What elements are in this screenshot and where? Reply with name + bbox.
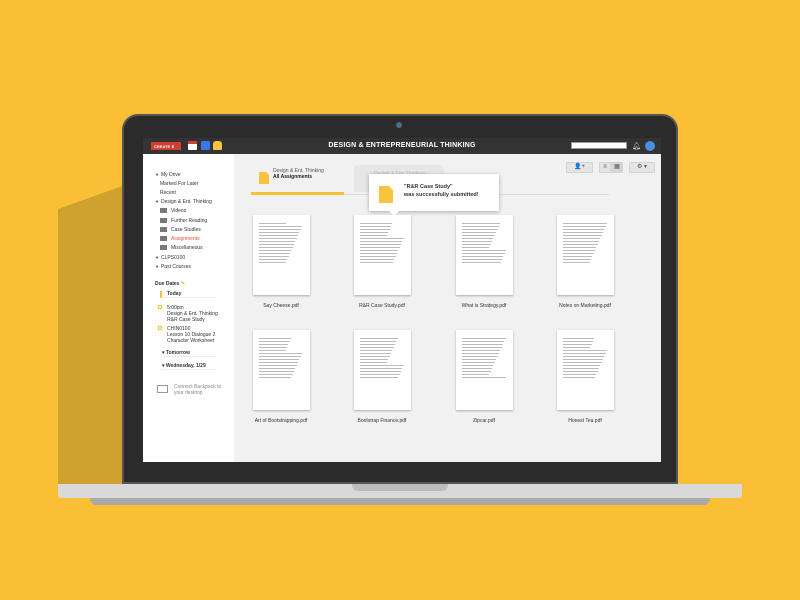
checkbox[interactable] <box>158 326 162 330</box>
document-icon <box>259 172 269 184</box>
due-dates-title: Due Dates <box>155 281 180 287</box>
file-item[interactable]: What is Strategy.pdf <box>444 215 524 309</box>
chevron-down-icon: ▼ <box>155 255 159 260</box>
chevron-down-icon: ▼ <box>155 199 159 204</box>
sidebar: ▼ My Drive Marked For Later Recent ▼ Design &… <box>143 154 234 462</box>
file-name: R&R Case Study.pdf <box>359 303 405 309</box>
file-name: Notes on Marketing.pdf <box>559 303 611 309</box>
task-name: R&R Case Study <box>167 317 205 323</box>
sidebar-item-label: Videos <box>171 208 187 214</box>
file-name: Say Cheese.pdf <box>263 303 299 309</box>
file-thumbnail[interactable] <box>556 215 614 295</box>
file-item[interactable]: Notes on Marketing.pdf <box>545 215 625 309</box>
tab-all-assignments[interactable]: Design & Ent. Thinking All Assignments <box>273 168 324 180</box>
bell-icon[interactable]: 🔔︎ <box>632 142 641 150</box>
file-thumbnail[interactable] <box>455 215 513 295</box>
sidebar-item[interactable]: ▼ My Drive <box>155 172 181 178</box>
grid-view-button[interactable]: ▦ <box>611 162 623 173</box>
laptop-notch <box>352 484 448 491</box>
submission-toast: "R&R Case Study" was successfully submit… <box>369 174 499 216</box>
sidebar-item[interactable]: Further Reading <box>160 218 207 224</box>
file-name: Art of Bootstrapping.pdf <box>254 418 308 424</box>
sidebar-item[interactable]: ▼ Design & Ent. Thinking <box>155 199 212 205</box>
folder-icon <box>160 218 167 223</box>
file-thumbnail[interactable] <box>353 215 411 295</box>
main-area: Design & Ent. Thinking Design & Ent. Thi… <box>234 154 661 462</box>
task-name: Character Worksheet <box>167 338 215 344</box>
file-name: Honest Tea.pdf <box>568 418 602 424</box>
settings-button[interactable]: ⚙ ▾ <box>629 162 655 173</box>
task-item[interactable]: CHIN0100 Lesson 10 Dialogue 2 Character Wo… <box>158 326 215 344</box>
folder-icon <box>160 227 167 232</box>
sidebar-item[interactable]: Marked For Later <box>160 181 198 187</box>
sidebar-item-label: My Drive <box>160 172 181 178</box>
wednesday-header[interactable]: ▾ Wednesday, 1/29 <box>162 363 216 370</box>
wednesday-label: Wednesday, 1/29 <box>165 363 206 369</box>
file-thumbnail[interactable] <box>556 330 614 410</box>
pencil-icon[interactable]: ✎ <box>181 281 185 287</box>
tomorrow-label: Tomorrow <box>165 350 190 356</box>
due-dates-heading: Due Dates ✎ <box>155 281 185 287</box>
sidebar-item-label: CLPS0100 <box>160 255 186 261</box>
sidebar-item-label: Recent <box>160 190 176 196</box>
checkbox[interactable] <box>158 305 162 309</box>
monitor-icon <box>157 385 168 393</box>
sidebar-item[interactable]: Videos <box>160 208 186 214</box>
today-header: Today <box>160 291 216 298</box>
sidebar-item-label: Assignments <box>171 236 200 242</box>
connect-backpack-link[interactable]: Connect Backpack to your desktop <box>157 384 227 396</box>
screen: CREATE ⬇ DESIGN & ENTREPRENEURIAL THINKI… <box>143 138 661 462</box>
file-name: Zipcar.pdf <box>473 418 495 424</box>
toast-title: "R&R Case Study" <box>404 184 453 190</box>
tab-label: All Assignments <box>273 174 312 180</box>
list-view-button[interactable]: ≡ <box>599 162 611 173</box>
sidebar-item-label: Marked For Later <box>160 181 199 187</box>
share-button[interactable]: 👤+ <box>566 162 593 173</box>
laptop-base-bottom <box>90 498 710 505</box>
file-thumbnail[interactable] <box>252 330 310 410</box>
file-item[interactable]: Art of Bootstrapping.pdf <box>241 330 321 424</box>
sidebar-item-label: Case Studies <box>171 227 201 233</box>
folder-icon <box>160 208 167 213</box>
file-item[interactable]: Bootstrap Finance.pdf <box>342 330 422 424</box>
sidebar-item[interactable]: ▼ CLPS0100 <box>155 255 185 261</box>
file-name: Bootstrap Finance.pdf <box>357 418 407 424</box>
submitted-check-icon <box>379 186 393 203</box>
chevron-down-icon: ▼ <box>155 172 159 177</box>
sidebar-item[interactable]: ▼ Past Courses <box>155 264 191 270</box>
file-item[interactable]: Zipcar.pdf <box>444 330 524 424</box>
chevron-down-icon: ▼ <box>155 264 159 269</box>
connect-label: Connect Backpack to your desktop <box>174 384 222 396</box>
sidebar-item[interactable]: Recent <box>160 190 176 196</box>
sidebar-item-label: Miscellaneous <box>171 245 203 251</box>
sidebar-item-label: Past Courses <box>160 264 191 270</box>
tomorrow-header[interactable]: ▾ Tomorrow <box>162 350 216 357</box>
avatar[interactable] <box>645 141 655 151</box>
file-thumbnail[interactable] <box>455 330 513 410</box>
top-bar: CREATE ⬇ DESIGN & ENTREPRENEURIAL THINKI… <box>143 138 661 154</box>
webcam <box>396 122 402 128</box>
active-tab-indicator <box>251 192 344 195</box>
file-item[interactable]: Honest Tea.pdf <box>545 330 625 424</box>
file-item[interactable]: R&R Case Study.pdf <box>342 215 422 309</box>
file-thumbnail[interactable] <box>353 330 411 410</box>
sidebar-item[interactable]: Case Studies <box>160 227 201 233</box>
sidebar-item-label: Further Reading <box>171 218 208 224</box>
file-name: What is Strategy.pdf <box>461 303 507 309</box>
file-thumbnail[interactable] <box>252 215 310 295</box>
task-item[interactable]: 5:00pm Design & Ent. Thinking R&R Case Stu… <box>158 305 218 323</box>
folder-icon <box>160 236 167 241</box>
sidebar-item[interactable]: Miscellaneous <box>160 245 203 251</box>
search-input[interactable] <box>571 142 627 149</box>
sidebar-item-label: Design & Ent. Thinking <box>160 199 212 205</box>
sidebar-item[interactable]: Assignments <box>160 236 200 242</box>
file-item[interactable]: Say Cheese.pdf <box>241 215 321 309</box>
folder-icon <box>160 245 167 250</box>
toast-message: was successfully submitted! <box>404 192 479 198</box>
